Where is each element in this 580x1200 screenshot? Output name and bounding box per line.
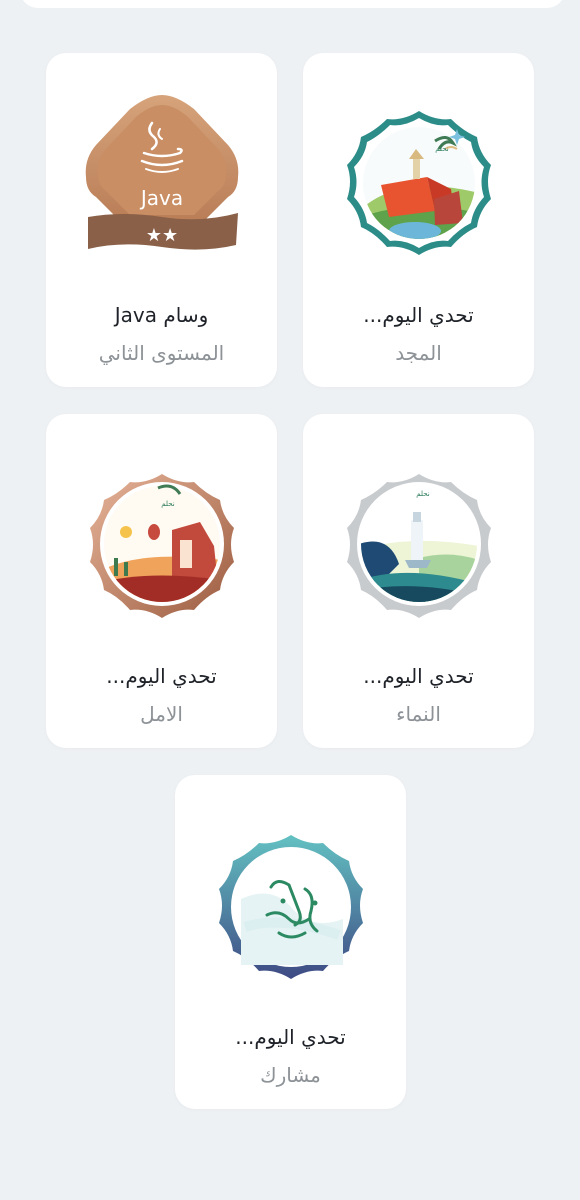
challenge-badge-almajd-icon: نحلم: [339, 93, 499, 273]
svg-text:نحلم: نحلم: [435, 145, 448, 153]
badge-card-alnamaa[interactable]: نحلم تحدي اليوم... النماء: [303, 414, 534, 748]
svg-text:نحلم: نحلم: [416, 490, 429, 498]
badge-card-almajd[interactable]: نحلم تحدي اليوم... المجد: [303, 53, 534, 387]
badge-title: تحدي اليوم...: [363, 303, 474, 327]
challenge-badge-alamal-icon: نحلم: [82, 454, 242, 634]
java-badge-icon: Java ★★: [82, 93, 242, 273]
badge-card-participant[interactable]: تحدي اليوم... مشارك: [175, 775, 406, 1109]
badge-subtitle: مشارك: [260, 1063, 321, 1087]
java-badge-stars: ★★: [145, 225, 177, 246]
badge-subtitle: الامل: [140, 702, 183, 726]
badge-title: تحدي اليوم...: [363, 664, 474, 688]
badge-card-java[interactable]: Java ★★ وسام Java المستوى الثاني: [46, 53, 277, 387]
java-badge-label: Java: [138, 186, 182, 210]
badge-subtitle: النماء: [396, 702, 441, 726]
badge-title: وسام Java: [114, 303, 209, 327]
badge-card-alamal[interactable]: نحلم تحدي اليوم... الامل: [46, 414, 277, 748]
badge-title: تحدي اليوم...: [106, 664, 217, 688]
badge-subtitle: المجد: [395, 341, 442, 365]
challenge-badge-alnamaa-icon: نحلم: [339, 454, 499, 634]
challenge-badge-participant-icon: [211, 815, 371, 995]
svg-text:نحلم: نحلم: [161, 500, 174, 508]
badge-subtitle: المستوى الثاني: [98, 341, 225, 365]
badge-title: تحدي اليوم...: [235, 1025, 346, 1049]
top-panel-edge: [20, 0, 565, 8]
